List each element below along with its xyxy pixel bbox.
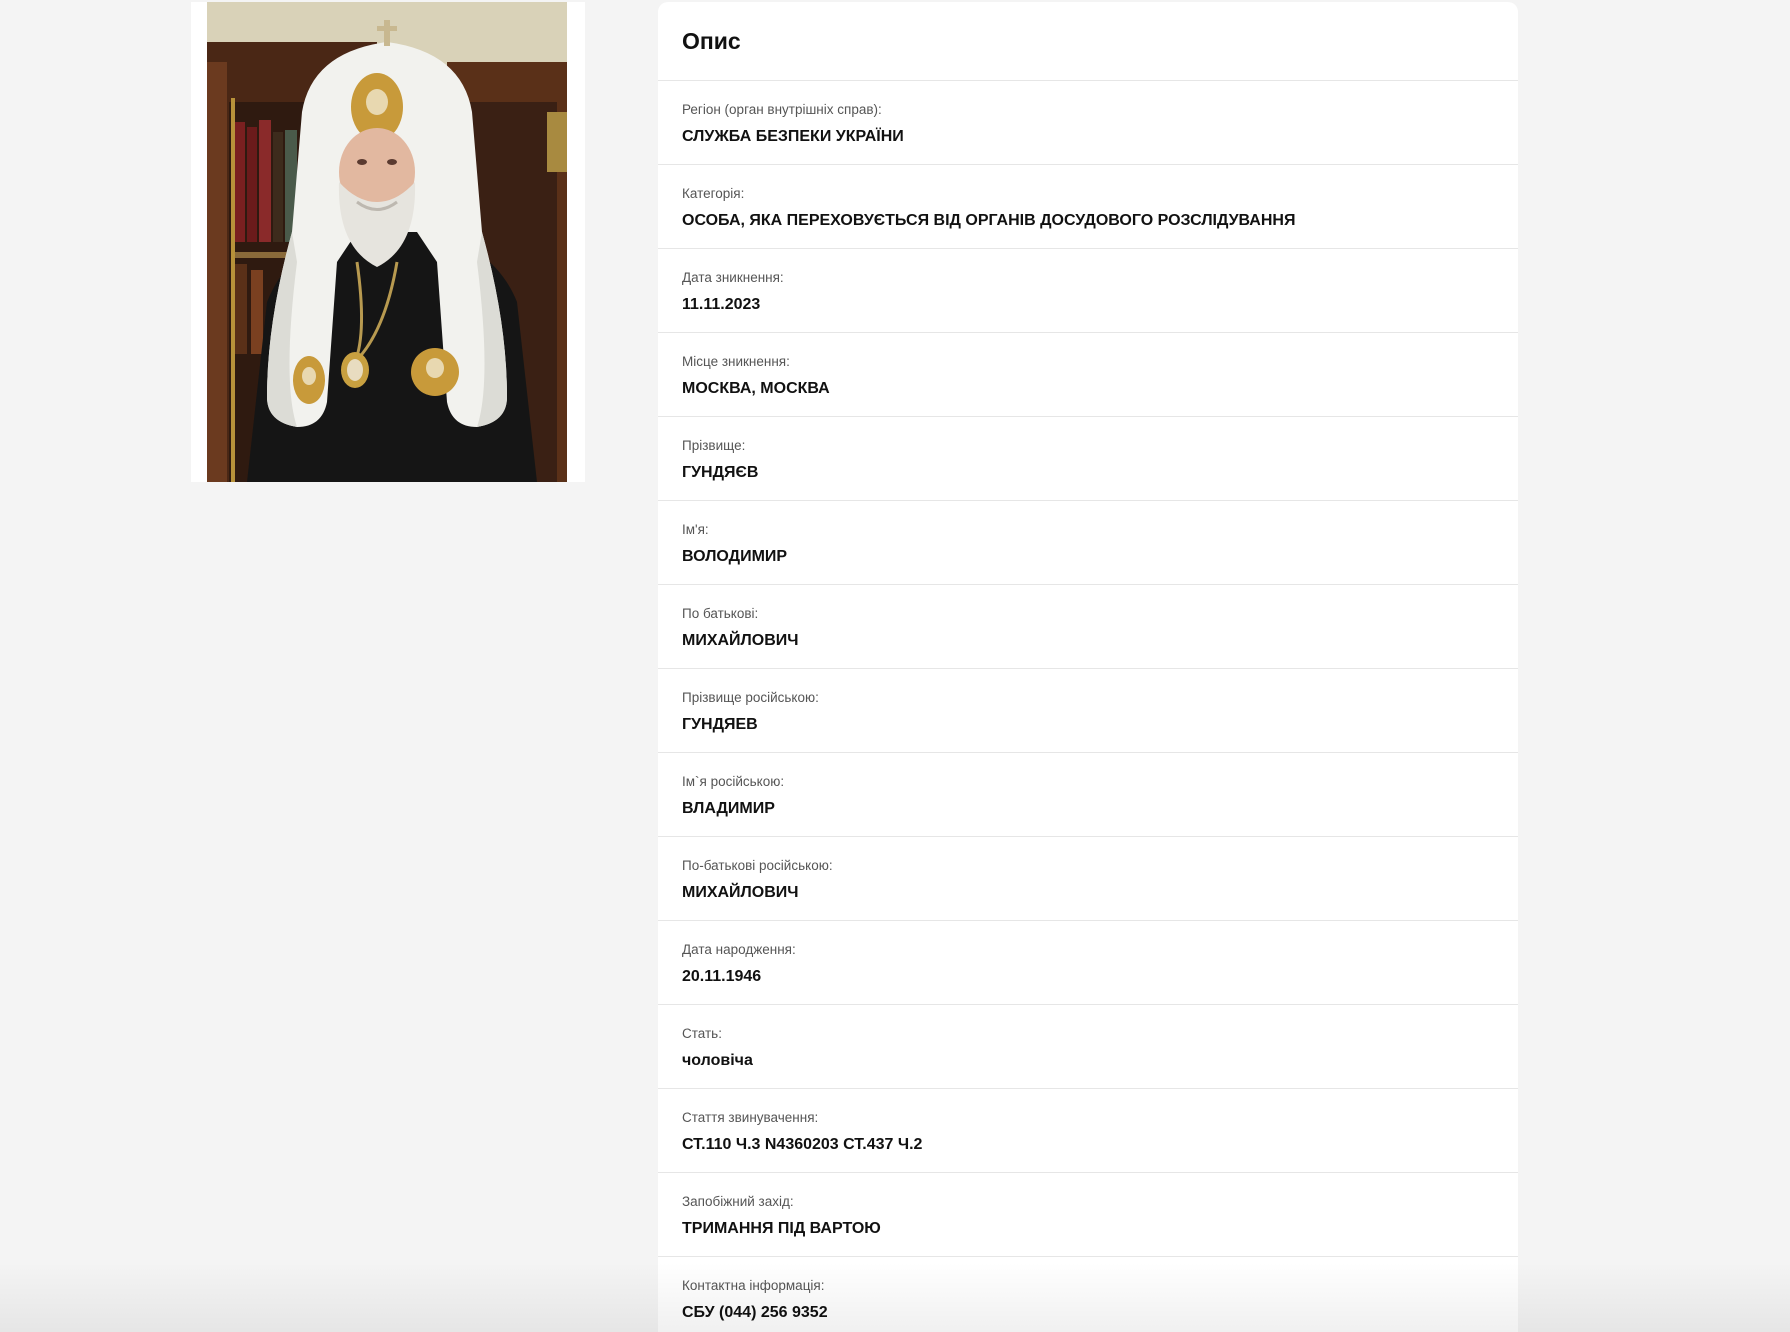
portrait-photo[interactable] (207, 2, 567, 482)
photo-card (191, 2, 585, 482)
field-value: ГУНДЯЄВ (682, 464, 759, 481)
field-value: МИХАЙЛОВИЧ (682, 884, 799, 901)
page: Опис Регіон (орган внутрішніх справ): СЛ… (0, 0, 1790, 1332)
panel-title: Опис (658, 2, 1518, 81)
field-value: 20.11.1946 (682, 968, 762, 985)
field-label: Запобіжний захід: (682, 1194, 794, 1209)
field-sex: Стать: чоловіча (658, 1005, 1518, 1089)
field-label: Стаття звинувачення: (682, 1110, 819, 1125)
field-value: СЛУЖБА БЕЗПЕКИ УКРАЇНИ (682, 128, 904, 145)
field-charge-article: Стаття звинувачення: СТ.110 Ч.3 N4360203… (658, 1089, 1518, 1173)
field-value: ВОЛОДИМИР (682, 548, 788, 565)
field-value: ОСОБА, ЯКА ПЕРЕХОВУЄТЬСЯ ВІД ОРГАНІВ ДОС… (682, 212, 1296, 229)
field-birth-date: Дата народження: 20.11.1946 (658, 921, 1518, 1005)
field-label: Місце зникнення: (682, 354, 790, 369)
field-label: Ім`я російською: (682, 774, 785, 789)
field-value: ТРИМАННЯ ПІД ВАРТОЮ (682, 1220, 881, 1237)
field-label: Ім'я: (682, 522, 709, 537)
field-first-name: Ім'я: ВОЛОДИМИР (658, 501, 1518, 585)
field-label: Дата зникнення: (682, 270, 784, 285)
field-label: Категорія: (682, 186, 745, 201)
field-label: Дата народження: (682, 942, 796, 957)
field-label: Регіон (орган внутрішніх справ): (682, 102, 882, 117)
field-value: чоловіча (682, 1052, 753, 1069)
field-surname: Прізвище: ГУНДЯЄВ (658, 417, 1518, 501)
field-value: 11.11.2023 (682, 296, 761, 313)
field-surname-russian: Прізвище російською: ГУНДЯЕВ (658, 669, 1518, 753)
description-panel: Опис Регіон (орган внутрішніх справ): СЛ… (658, 2, 1518, 1332)
field-value: СТ.110 Ч.3 N4360203 СТ.437 Ч.2 (682, 1136, 923, 1153)
field-category: Категорія: ОСОБА, ЯКА ПЕРЕХОВУЄТЬСЯ ВІД … (658, 165, 1518, 249)
field-disappearance-date: Дата зникнення: 11.11.2023 (658, 249, 1518, 333)
field-label: Стать: (682, 1026, 722, 1041)
field-first-name-russian: Ім`я російською: ВЛАДИМИР (658, 753, 1518, 837)
field-contact-info: Контактна інформація: СБУ (044) 256 9352 (658, 1257, 1518, 1332)
field-label: По батькові: (682, 606, 759, 621)
field-label: Прізвище російською: (682, 690, 819, 705)
field-value: ВЛАДИМИР (682, 800, 775, 817)
field-label: Контактна інформація: (682, 1278, 825, 1293)
field-label: Прізвище: (682, 438, 746, 453)
field-region: Регіон (орган внутрішніх справ): СЛУЖБА … (658, 81, 1518, 165)
field-patronymic-russian: По-батькові російською: МИХАЙЛОВИЧ (658, 837, 1518, 921)
field-preventive-measure: Запобіжний захід: ТРИМАННЯ ПІД ВАРТОЮ (658, 1173, 1518, 1257)
field-value: МОСКВА, МОСКВА (682, 380, 830, 397)
field-patronymic: По батькові: МИХАЙЛОВИЧ (658, 585, 1518, 669)
field-value: ГУНДЯЕВ (682, 716, 758, 733)
field-label: По-батькові російською: (682, 858, 833, 873)
field-value: СБУ (044) 256 9352 (682, 1304, 828, 1321)
field-value: МИХАЙЛОВИЧ (682, 632, 799, 649)
field-disappearance-place: Місце зникнення: МОСКВА, МОСКВА (658, 333, 1518, 417)
